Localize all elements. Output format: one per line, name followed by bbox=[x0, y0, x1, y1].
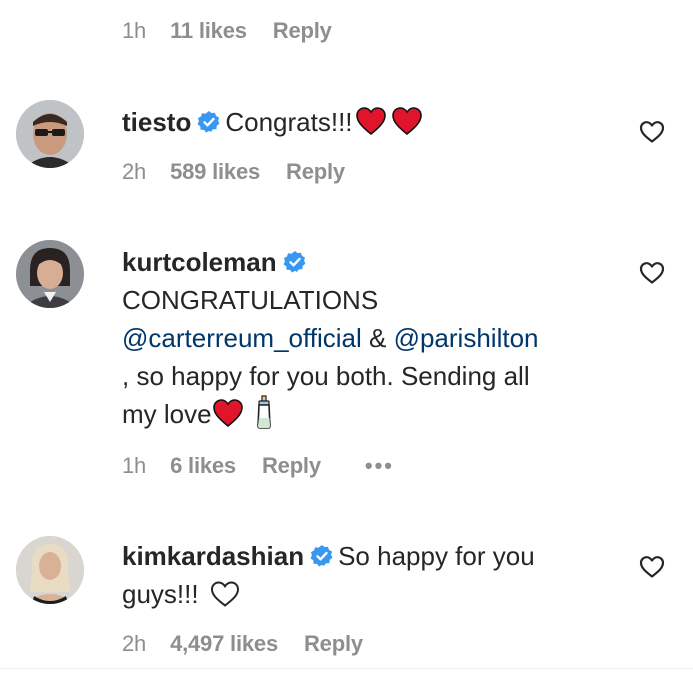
comment-second-line: guys!!! bbox=[122, 575, 642, 613]
comment-username[interactable]: kimkardashian bbox=[122, 541, 304, 571]
comment-time: 2h bbox=[122, 631, 147, 656]
mention-link[interactable]: @parishilton bbox=[394, 323, 539, 353]
comment-text: So happy for you bbox=[338, 541, 535, 571]
comment-text-line: my love bbox=[122, 399, 212, 429]
avatar-kurtcoleman-image bbox=[16, 240, 84, 308]
comment-text: guys!!! bbox=[122, 579, 199, 609]
verified-badge-icon bbox=[283, 251, 306, 273]
avatar-kimkardashian-image bbox=[16, 536, 84, 604]
comment-meta: 2h 4,497 likes Reply bbox=[122, 631, 363, 657]
avatar-tiesto-image bbox=[16, 100, 84, 168]
reply-button[interactable]: Reply bbox=[262, 453, 321, 479]
verified-badge-icon bbox=[310, 545, 333, 567]
mention-link[interactable]: @carterreum_official bbox=[122, 323, 362, 353]
mention-separator: & bbox=[361, 323, 394, 353]
heart-emoji-icon bbox=[391, 107, 422, 136]
like-heart-icon[interactable] bbox=[639, 120, 665, 144]
comment-body: kurtcoleman CONGRATULATIONS @carterreum_… bbox=[122, 243, 642, 433]
white-heart-icon bbox=[210, 581, 239, 607]
comment-likes[interactable]: 6 likes bbox=[170, 453, 236, 479]
reply-button[interactable]: Reply bbox=[304, 631, 363, 657]
comment-first-line: kimkardashian So happy for you bbox=[122, 537, 642, 575]
like-heart-icon[interactable] bbox=[639, 555, 665, 579]
comment-body: tiesto Congrats!!! bbox=[122, 103, 423, 141]
comment-header: kurtcoleman bbox=[122, 243, 642, 281]
comment-meta: 1h 6 likes Reply ••• bbox=[122, 453, 394, 479]
previous-comment-meta: 1h 11 likes Reply bbox=[122, 18, 332, 44]
baby-bottle-icon bbox=[256, 395, 271, 429]
comment-text: Congrats!!! bbox=[225, 107, 353, 137]
comment-body: kimkardashian So happy for you guys!!! bbox=[122, 537, 642, 613]
comment-time: 2h bbox=[122, 159, 147, 184]
avatar[interactable] bbox=[16, 240, 84, 308]
like-heart-icon[interactable] bbox=[639, 261, 665, 285]
comment-text-line: CONGRATULATIONS bbox=[122, 285, 379, 315]
comment-username[interactable]: kurtcoleman bbox=[122, 247, 277, 277]
heart-emoji-icon bbox=[212, 399, 243, 428]
comment-likes[interactable]: 589 likes bbox=[170, 159, 260, 185]
comment-likes[interactable]: 11 likes bbox=[170, 18, 247, 44]
avatar[interactable] bbox=[16, 100, 84, 168]
comment-text-line: , so happy for you both. Sending all bbox=[122, 361, 530, 391]
comment-username[interactable]: tiesto bbox=[122, 107, 191, 137]
verified-badge-icon bbox=[197, 111, 220, 133]
reply-button[interactable]: Reply bbox=[273, 18, 332, 44]
comment-time: 1h bbox=[122, 18, 147, 43]
comment-time: 1h bbox=[122, 453, 147, 478]
more-options-icon[interactable]: ••• bbox=[365, 453, 394, 479]
comment-likes[interactable]: 4,497 likes bbox=[170, 631, 278, 657]
heart-emoji-icon bbox=[355, 107, 386, 136]
comment-meta: 2h 589 likes Reply bbox=[122, 159, 345, 185]
reply-button[interactable]: Reply bbox=[286, 159, 345, 185]
avatar[interactable] bbox=[16, 536, 84, 604]
bottom-divider bbox=[0, 668, 693, 669]
comment-last-line: my love bbox=[122, 395, 642, 433]
comment-mentions-line: @carterreum_official & @parishilton bbox=[122, 319, 642, 357]
